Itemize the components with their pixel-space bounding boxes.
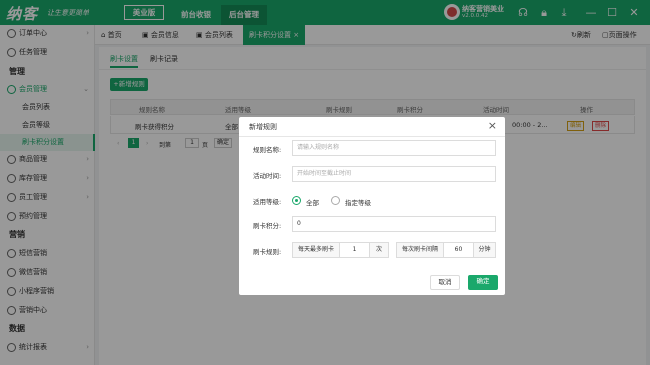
- points-input[interactable]: 0: [292, 216, 496, 232]
- close-icon[interactable]: ×: [488, 119, 497, 132]
- rule-name-label: 规则名称:: [253, 146, 282, 154]
- minutes-unit: 分钟: [473, 242, 496, 258]
- interval-label: 每次刷卡间隔: [396, 242, 444, 258]
- radio-specified-label: 指定等级: [345, 199, 371, 207]
- daily-max-input[interactable]: 1: [339, 242, 370, 258]
- rule-label: 刷卡规则:: [253, 248, 282, 256]
- cancel-button[interactable]: 取消: [430, 275, 460, 290]
- activity-time-label: 活动时间:: [253, 172, 282, 180]
- points-label: 刷卡积分:: [253, 222, 282, 230]
- rule-name-input[interactable]: 请输入规则名称: [292, 140, 496, 156]
- radio-all-label: 全部: [306, 199, 319, 207]
- level-label: 适用等级:: [253, 198, 282, 206]
- add-rule-dialog: 新增规则 × 规则名称: 请输入规则名称 活动时间: 开始时间至截止时间 适用等…: [239, 117, 505, 295]
- confirm-button[interactable]: 确定: [468, 275, 498, 290]
- radio-specified[interactable]: [331, 196, 340, 205]
- radio-all[interactable]: [292, 196, 301, 205]
- times-unit: 次: [369, 242, 389, 258]
- activity-time-input[interactable]: 开始时间至截止时间: [292, 166, 496, 182]
- daily-max-label: 每天最多刷卡: [292, 242, 340, 258]
- dialog-title: 新增规则: [249, 123, 277, 131]
- interval-input[interactable]: 60: [443, 242, 474, 258]
